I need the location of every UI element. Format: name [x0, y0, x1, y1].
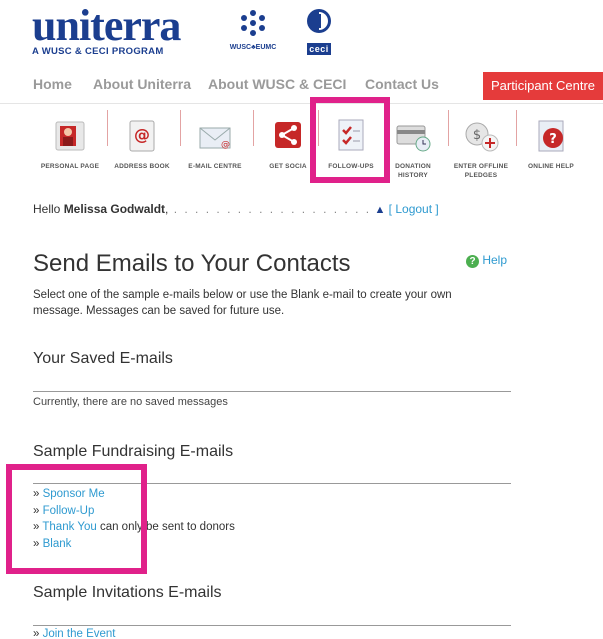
- address-book-icon: @: [122, 116, 162, 156]
- help-link[interactable]: ? Help: [466, 253, 507, 268]
- nav-contact-us[interactable]: Contact Us: [365, 76, 439, 92]
- wusc-logo: WUSC♣EUMC: [228, 8, 278, 51]
- no-saved-messages: Currently, there are no saved messages: [33, 396, 228, 408]
- participant-toolbar: PERSONAL PAGE @ ADDRESS BOOK @ E-MAIL CE…: [0, 106, 603, 192]
- tool-label: ONLINE HELP: [528, 163, 574, 170]
- tool-label: PERSONAL PAGE: [40, 163, 100, 170]
- nav-home[interactable]: Home: [33, 76, 72, 92]
- help-icon: ?: [466, 255, 479, 268]
- greeting-dots: . . . . . . . . . . . . . . . . . . .: [168, 202, 372, 216]
- participant-centre-button[interactable]: Participant Centre: [483, 72, 603, 100]
- help-label: Help: [482, 253, 508, 267]
- wusc-label: WUSC♣EUMC: [229, 44, 277, 51]
- tool-label: E-MAIL CENTRE: [188, 163, 242, 170]
- saved-emails-heading: Your Saved E-mails: [33, 350, 173, 367]
- home-icon[interactable]: ▲: [374, 204, 385, 216]
- user-name: Melissa Godwaldt: [63, 202, 166, 216]
- donation-history-icon: [393, 116, 433, 156]
- personal-page-icon: [50, 116, 90, 156]
- site-header: uniterra A WUSC & CECI PROGRAM WUSC♣EUMC…: [0, 0, 603, 70]
- snowflake-icon: [241, 10, 265, 36]
- invitations-email-list: » Join the Event: [33, 626, 115, 639]
- help-icon: ?: [531, 116, 571, 156]
- tool-email-centre[interactable]: @ E-MAIL CENTRE: [182, 110, 248, 171]
- logo-tagline: A WUSC & CECI PROGRAM: [32, 46, 164, 57]
- svg-text:?: ?: [549, 132, 557, 147]
- ceci-emblem-icon: [307, 9, 331, 33]
- follow-ups-highlight-box: [310, 97, 390, 183]
- invitations-emails-heading: Sample Invitations E-mails: [33, 584, 222, 601]
- tool-personal-page[interactable]: PERSONAL PAGE: [37, 110, 103, 171]
- svg-text:@: @: [221, 140, 230, 150]
- ceci-label: ceci: [307, 43, 331, 55]
- tool-address-book[interactable]: @ ADDRESS BOOK: [109, 110, 175, 171]
- fundraising-highlight-box: [6, 464, 147, 574]
- offline-pledges-icon: $: [461, 116, 501, 156]
- main-nav: Home About Uniterra About WUSC & CECI Co…: [0, 70, 603, 104]
- divider: [33, 391, 511, 392]
- greeting: Hello Melissa Godwaldt, . . . . . . . . …: [33, 202, 439, 216]
- share-icon: [268, 116, 308, 156]
- tool-label: ADDRESS BOOK: [114, 163, 170, 170]
- tool-label: ENTER OFFLINE PLEDGES: [453, 163, 509, 179]
- svg-text:$: $: [473, 128, 481, 143]
- uniterra-logo[interactable]: uniterra A WUSC & CECI PROGRAM: [32, 1, 181, 58]
- intro-text: Select one of the sample e-mails below o…: [33, 289, 452, 317]
- logo-wordmark: uniterra: [32, 1, 181, 50]
- ceci-logo: ceci: [302, 8, 336, 57]
- logout-link[interactable]: [ Logout ]: [389, 202, 439, 216]
- nav-about-uniterra[interactable]: About Uniterra: [93, 76, 191, 92]
- tool-enter-offline-pledges[interactable]: $ ENTER OFFLINE PLEDGES: [448, 110, 514, 180]
- fundraising-emails-heading: Sample Fundraising E-mails: [33, 443, 234, 460]
- list-item: » Join the Event: [33, 628, 116, 639]
- email-centre-icon: @: [195, 116, 235, 156]
- svg-text:@: @: [134, 125, 150, 144]
- greeting-prefix: Hello: [33, 202, 64, 216]
- join-the-event-link[interactable]: Join the Event: [43, 628, 116, 639]
- tool-online-help[interactable]: ? ONLINE HELP: [518, 110, 584, 171]
- nav-about-wusc-ceci[interactable]: About WUSC & CECI: [208, 76, 346, 92]
- page-title: Send Emails to Your Contacts: [33, 250, 351, 277]
